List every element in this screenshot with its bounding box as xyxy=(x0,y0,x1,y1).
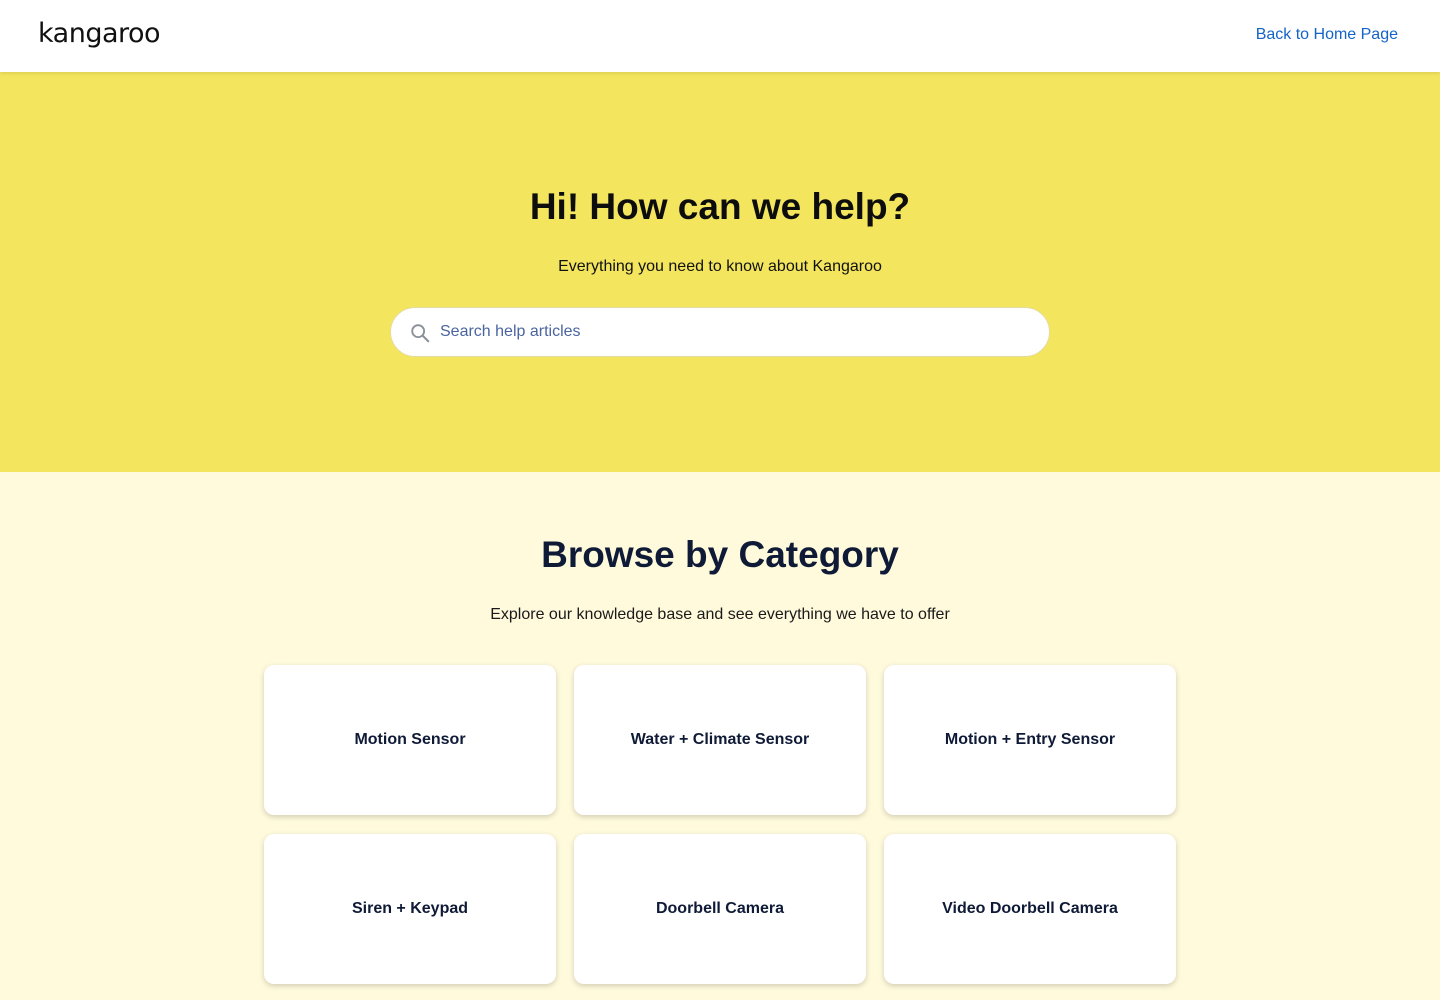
category-card-doorbell-camera[interactable]: Doorbell Camera xyxy=(574,834,866,984)
category-card-label: Motion + Entry Sensor xyxy=(944,731,1116,748)
category-card-motion-sensor[interactable]: Motion Sensor xyxy=(264,665,556,815)
category-grid: Motion Sensor Water + Climate Sensor Mot… xyxy=(264,665,1176,984)
category-card-label: Motion Sensor xyxy=(354,731,466,748)
category-card-label: Siren + Keypad xyxy=(351,900,469,917)
kangaroo-logo[interactable]: kangaroo xyxy=(38,18,161,49)
search-bar[interactable] xyxy=(390,307,1050,357)
search-input[interactable] xyxy=(440,308,1030,356)
category-card-motion-entry-sensor[interactable]: Motion + Entry Sensor xyxy=(884,665,1176,815)
hero-title: Hi! How can we help? xyxy=(529,186,911,227)
category-card-water-climate-sensor[interactable]: Water + Climate Sensor xyxy=(574,665,866,815)
category-card-label: Video Doorbell Camera xyxy=(942,900,1118,917)
category-card-video-doorbell-camera[interactable]: Video Doorbell Camera xyxy=(884,834,1176,984)
browse-subtitle: Explore our knowledge base and see every… xyxy=(490,606,950,623)
category-card-label: Water + Climate Sensor xyxy=(630,731,810,748)
hero-section: Hi! How can we help? Everything you need… xyxy=(0,72,1440,472)
browse-title: Browse by Category xyxy=(541,534,899,575)
search-icon xyxy=(411,324,430,343)
hero-subtitle: Everything you need to know about Kangar… xyxy=(558,258,882,275)
category-card-siren-keypad[interactable]: Siren + Keypad xyxy=(264,834,556,984)
category-card-label: Doorbell Camera xyxy=(655,900,785,917)
back-to-home-link[interactable]: Back to Home Page xyxy=(1256,26,1398,44)
top-navigation-bar: kangaroo Back to Home Page xyxy=(0,0,1440,72)
